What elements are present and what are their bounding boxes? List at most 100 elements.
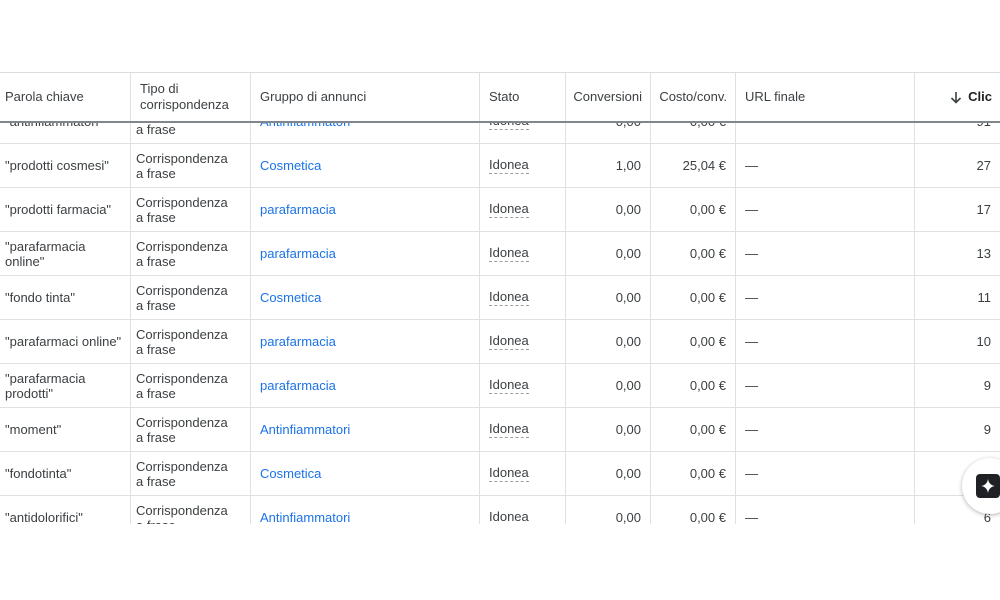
match-type-text: Corrispondenzaa frase <box>136 239 228 269</box>
clicks-cell: 27 <box>915 144 1000 187</box>
clicks-text: 9 <box>983 378 991 393</box>
conversions-cell: 0,00 <box>566 232 651 275</box>
cost-conv-text: 25,04 € <box>682 158 726 173</box>
status-cell[interactable]: Idonea <box>480 496 566 524</box>
status-cell[interactable]: Idonea <box>480 320 566 363</box>
ad-group-link[interactable]: Cosmetica <box>251 452 480 495</box>
header-clicks[interactable]: Clic <box>915 73 1000 121</box>
match-type-line2: a frase <box>136 121 176 137</box>
table-row[interactable]: "parafarmacia prodotti" Corrispondenza a … <box>0 364 1000 408</box>
ad-group-link[interactable]: parafarmacia <box>251 232 480 275</box>
table-row[interactable]: "fondo tinta" Corrispondenza a frase Cosm… <box>0 276 1000 320</box>
status-cell[interactable]: Idonea <box>480 364 566 407</box>
final-url-text: — <box>745 158 758 173</box>
cost-conv-cell: 0,00 € <box>651 452 736 495</box>
table-row[interactable]: "parafarmacia online" Corrispondenza a fr… <box>0 232 1000 276</box>
match-type-line1: Corrispondenza <box>136 282 228 298</box>
ad-group-text: parafarmacia <box>260 202 336 217</box>
clicks-cell: 9 <box>915 408 1000 451</box>
table-row[interactable]: "fondotinta" Corrispondenza a frase Cosme… <box>0 452 1000 496</box>
keyword-text: "fondo tinta" <box>5 290 75 305</box>
keyword-cell: "fondotinta" <box>0 452 131 495</box>
keyword-cell: "fondo tinta" <box>0 276 131 319</box>
ad-group-text: Antinfiammatori <box>260 422 351 437</box>
keyword-text: "parafarmacia prodotti" <box>5 370 86 401</box>
conversions-text: 0,00 <box>615 466 641 481</box>
match-type-cell: Corrispondenzaa frase <box>131 364 251 407</box>
header-ad-group[interactable]: Gruppo di annunci <box>251 73 480 121</box>
cost-conv-cell: 0,00 € <box>651 496 736 524</box>
table-row[interactable]: "antidolorifici" Corrispondenzaa frase A… <box>0 496 1000 524</box>
clicks-cell: 11 <box>915 276 1000 319</box>
arrow-down-icon <box>951 91 962 104</box>
clicks-cell: 9 <box>915 364 1000 407</box>
status-text: Idonea <box>489 421 529 438</box>
final-url-cell: — <box>736 232 915 275</box>
status-cell[interactable]: Idonea <box>480 232 566 275</box>
ad-group-link[interactable]: Antinfiammatori <box>251 408 480 451</box>
clicks-cell: 17 <box>915 188 1000 231</box>
clicks-text: 17 <box>976 202 991 217</box>
status-cell[interactable]: Idonea <box>480 276 566 319</box>
match-type-line2: a frase <box>136 385 176 401</box>
final-url-text: — <box>745 378 758 393</box>
keyword-cell: "prodotti cosmesi" <box>0 144 131 187</box>
header-cost-conv-label: Costo/conv. <box>659 89 727 104</box>
final-url-text: — <box>745 466 758 481</box>
header-keyword[interactable]: Parola chiave <box>0 73 131 121</box>
cost-conv-cell: 0,00 € <box>651 364 736 407</box>
match-type-line2: a frase <box>136 297 176 313</box>
match-type-line1: Corrispondenza <box>136 414 228 430</box>
header-cost-conv[interactable]: Costo/conv. <box>651 73 736 121</box>
clicks-text: 10 <box>976 334 991 349</box>
final-url-text: — <box>745 334 758 349</box>
header-clicks-sort: Clic <box>950 89 992 105</box>
ad-group-link[interactable]: Cosmetica <box>251 276 480 319</box>
cost-conv-cell: 25,04 € <box>651 144 736 187</box>
clicks-text: 27 <box>976 158 991 173</box>
final-url-text: — <box>745 202 758 217</box>
match-type-cell: Corrispondenzaa frase <box>131 276 251 319</box>
ad-group-link[interactable]: Antinfiammatori <box>251 496 480 524</box>
header-status[interactable]: Stato <box>480 73 566 121</box>
cost-conv-text: 0,00 € <box>689 202 726 217</box>
header-ad-group-label: Gruppo di annunci <box>260 89 367 104</box>
status-cell[interactable]: Idonea <box>480 144 566 187</box>
keyword-text: "fondotinta" <box>5 466 72 481</box>
final-url-cell: — <box>736 408 915 451</box>
match-type-cell: Corrispondenzaa frase <box>131 452 251 495</box>
cost-conv-text: 0,00 € <box>689 466 726 481</box>
header-final-url[interactable]: URL finale <box>736 73 915 121</box>
ad-group-link[interactable]: Cosmetica <box>251 144 480 187</box>
final-url-text: — <box>745 290 758 305</box>
conversions-text: 0,00 <box>615 422 641 437</box>
final-url-text: — <box>745 510 758 524</box>
final-url-cell: — <box>736 144 915 187</box>
table-row[interactable]: "parafarmaci online" Corrispondenza a fra… <box>0 320 1000 364</box>
match-type-line1: Corrispondenza <box>136 150 228 166</box>
table-row[interactable]: "prodotti farmacia" Corrispondenza a fras… <box>0 188 1000 232</box>
conversions-text: 1,00 <box>615 158 641 173</box>
header-conversions[interactable]: Conversioni <box>566 73 651 121</box>
status-text: Idonea <box>489 289 529 306</box>
status-cell[interactable]: Idonea <box>480 188 566 231</box>
table-row[interactable]: "prodotti cosmesi" Corrispondenza a frase… <box>0 144 1000 188</box>
header-match-type[interactable]: Tipo di corrispondenza <box>131 73 251 121</box>
ad-group-link[interactable]: parafarmacia <box>251 320 480 363</box>
conversions-cell: 0,00 <box>566 320 651 363</box>
clicks-cell: 10 <box>915 320 1000 363</box>
keyword-cell: "moment" <box>0 408 131 451</box>
match-type-line2: a frase <box>136 518 176 525</box>
ad-group-link[interactable]: parafarmacia <box>251 364 480 407</box>
table-row[interactable]: "moment" Corrispondenza a frase Antinfiam… <box>0 408 1000 452</box>
header-match-type-line2: corrispondenza <box>140 97 229 112</box>
final-url-cell: — <box>736 276 915 319</box>
status-cell[interactable]: Idonea <box>480 408 566 451</box>
status-cell[interactable]: Idonea <box>480 452 566 495</box>
ad-group-link[interactable]: parafarmacia <box>251 188 480 231</box>
conversions-text: 0,00 <box>615 334 641 349</box>
final-url-cell: — <box>736 320 915 363</box>
match-type-line2: a frase <box>136 253 176 269</box>
match-type-cell: Corrispondenzaa frase <box>131 144 251 187</box>
keyword-text: "parafarmaci online" <box>5 334 122 349</box>
